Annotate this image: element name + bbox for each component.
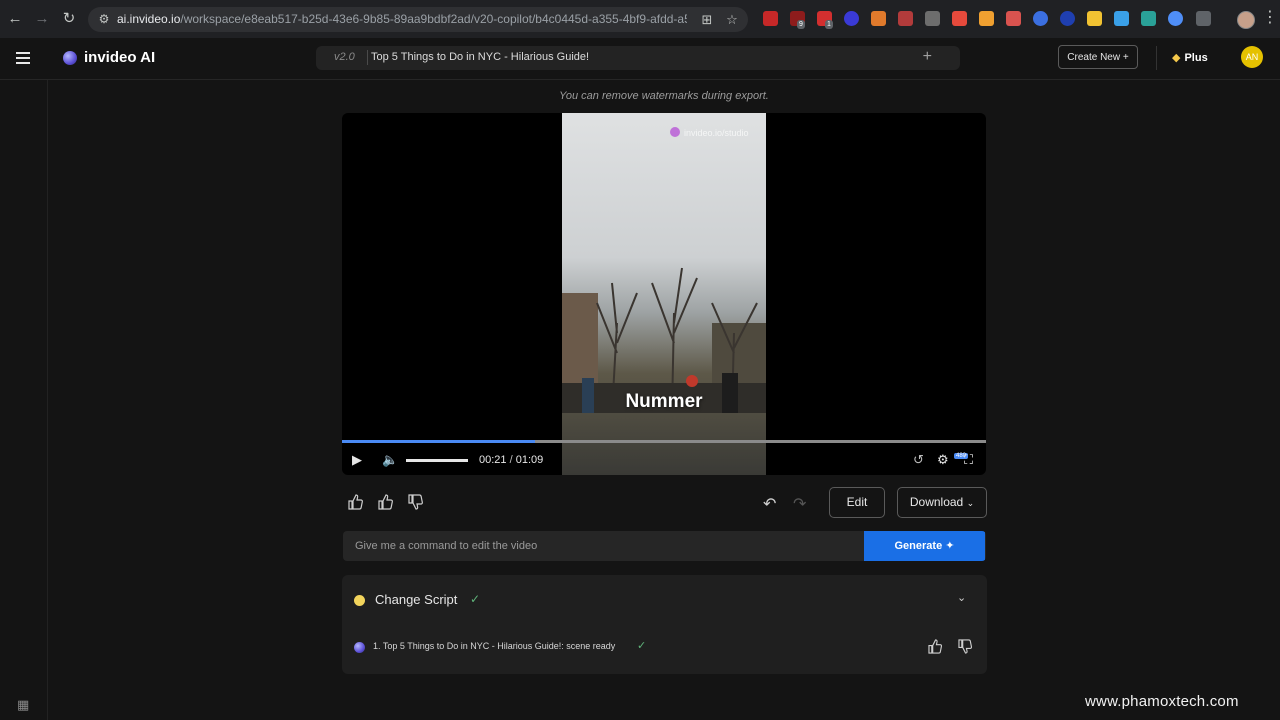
current-time: 00:21 <box>479 454 507 466</box>
site-watermark: www.phamoxtech.com <box>1085 693 1239 710</box>
plus-icon: + <box>1122 52 1129 63</box>
thumbs-up-icon[interactable] <box>928 639 944 659</box>
version-label: v2.0 <box>334 51 355 63</box>
profile-avatar[interactable] <box>1237 11 1255 29</box>
volume-slider[interactable] <box>406 459 468 462</box>
download-button[interactable]: Download ⌄ <box>897 487 987 518</box>
extension-badge: 1 <box>825 20 833 29</box>
video-player[interactable]: invideo.io/studio Nummer ▶ 🔈 00:21 / 01:… <box>342 113 986 475</box>
edit-button[interactable]: Edit <box>829 487 885 518</box>
extension-icon[interactable] <box>763 11 778 26</box>
project-title: Top 5 Things to Do in NYC - Hilarious Gu… <box>371 51 590 63</box>
command-input[interactable] <box>343 531 877 561</box>
extension-icon[interactable] <box>1114 11 1129 26</box>
extension-icon[interactable] <box>1033 11 1048 26</box>
generate-label: Generate <box>894 540 943 552</box>
chevron-down-icon: ⌄ <box>966 498 975 508</box>
plan-label: Plus <box>1184 52 1208 64</box>
create-new-label: Create New <box>1067 52 1121 63</box>
brand-name[interactable]: invideo AI <box>84 49 155 66</box>
hamburger-menu-icon[interactable] <box>16 52 30 64</box>
back-icon[interactable]: ← <box>5 9 25 29</box>
card-heading: Change Script <box>375 592 458 607</box>
check-icon: ✓ <box>637 640 647 652</box>
extension-icon[interactable] <box>1141 11 1156 26</box>
extension-icon[interactable] <box>898 11 913 26</box>
redo-icon[interactable]: ↷ <box>793 494 806 514</box>
check-icon: ✓ <box>470 592 481 606</box>
thumbs-down-icon[interactable] <box>958 639 974 659</box>
subtitle-caption: Nummer <box>625 391 703 412</box>
play-icon[interactable]: ▶ <box>352 452 362 468</box>
site-info-icon[interactable]: ⚙ <box>96 11 112 27</box>
extension-icon[interactable] <box>1006 11 1021 26</box>
address-bar[interactable]: ⚙ ai.invideo.io/workspace/e8eab517-b25d-… <box>88 7 748 32</box>
install-app-icon[interactable]: ⊞ <box>698 11 716 29</box>
user-avatar[interactable]: AN <box>1241 46 1263 68</box>
video-frame: invideo.io/studio <box>562 113 766 475</box>
url-host: ai.invideo.io <box>117 12 181 26</box>
add-icon[interactable]: + <box>923 48 932 66</box>
extensions-puzzle-icon[interactable] <box>1196 11 1211 26</box>
plan-badge[interactable]: ◆ Plus <box>1172 51 1208 64</box>
more-menu-icon[interactable]: ⋮ <box>1262 8 1278 28</box>
change-script-card: Change Script ✓ ⌄ 1. Top 5 Things to Do … <box>342 575 987 674</box>
undo-icon[interactable]: ↶ <box>763 494 776 514</box>
watermark-text: invideo.io/studio <box>684 128 749 138</box>
time-display: 00:21 / 01:09 <box>479 454 544 466</box>
divider <box>1156 46 1157 70</box>
generate-button[interactable]: Generate ✦ <box>864 531 985 561</box>
watermark-logo-icon <box>670 127 680 137</box>
loop-icon[interactable]: ↺ <box>913 452 924 468</box>
app-header: invideo AI v2.0 Top 5 Things to Do in NY… <box>0 38 1280 80</box>
extension-badge: 9 <box>797 20 805 29</box>
create-new-button[interactable]: Create New + <box>1058 45 1138 69</box>
divider <box>367 50 368 65</box>
progress-bar[interactable] <box>342 440 986 443</box>
brand-logo-icon[interactable] <box>63 51 77 65</box>
like-icon[interactable] <box>347 494 367 510</box>
thumbs-up-icon[interactable] <box>378 494 395 510</box>
project-title-bar[interactable]: v2.0 Top 5 Things to Do in NYC - Hilario… <box>316 46 960 70</box>
thumbs-down-icon[interactable] <box>408 494 425 510</box>
duration: 01:09 <box>515 454 544 466</box>
status-dot-icon <box>354 595 365 606</box>
forward-icon[interactable]: → <box>32 9 52 29</box>
extension-icon[interactable] <box>1087 11 1102 26</box>
left-rail <box>0 80 48 720</box>
command-bar: Generate ✦ <box>343 531 986 561</box>
settings-gear-icon[interactable]: ⚙ <box>937 452 949 468</box>
extension-icon[interactable] <box>952 11 967 26</box>
extension-icon[interactable] <box>871 11 886 26</box>
grid-icon[interactable]: ▦ <box>17 697 29 713</box>
scene-logo-icon <box>354 642 365 653</box>
reload-icon[interactable]: ↻ <box>59 9 79 29</box>
sparkle-icon: ✦ <box>945 540 955 552</box>
url-path: /workspace/e8eab517-b25d-43e6-9b85-89aa9… <box>180 12 687 26</box>
download-label: Download <box>909 495 964 509</box>
extension-icon[interactable] <box>1168 11 1183 26</box>
browser-toolbar: ← → ↻ ⚙ ai.invideo.io/workspace/e8eab517… <box>0 0 1280 38</box>
extension-icon[interactable] <box>979 11 994 26</box>
video-watermark: invideo.io/studio <box>670 127 749 138</box>
progress-fill <box>342 440 536 443</box>
extension-icon[interactable] <box>1060 11 1075 26</box>
volume-icon[interactable]: 🔈 <box>382 452 398 468</box>
watermark-notice: You can remove watermarks during export. <box>559 90 769 102</box>
url-text[interactable]: ai.invideo.io/workspace/e8eab517-b25d-43… <box>117 12 687 26</box>
extension-icon[interactable] <box>844 11 859 26</box>
extension-icon[interactable] <box>925 11 940 26</box>
fullscreen-icon[interactable]: ⛶ <box>964 452 973 468</box>
scene-status: 1. Top 5 Things to Do in NYC - Hilarious… <box>373 641 616 651</box>
diamond-icon: ◆ <box>1172 52 1181 64</box>
chevron-down-icon[interactable]: ⌄ <box>957 591 966 604</box>
bookmark-star-icon[interactable]: ☆ <box>723 11 741 29</box>
